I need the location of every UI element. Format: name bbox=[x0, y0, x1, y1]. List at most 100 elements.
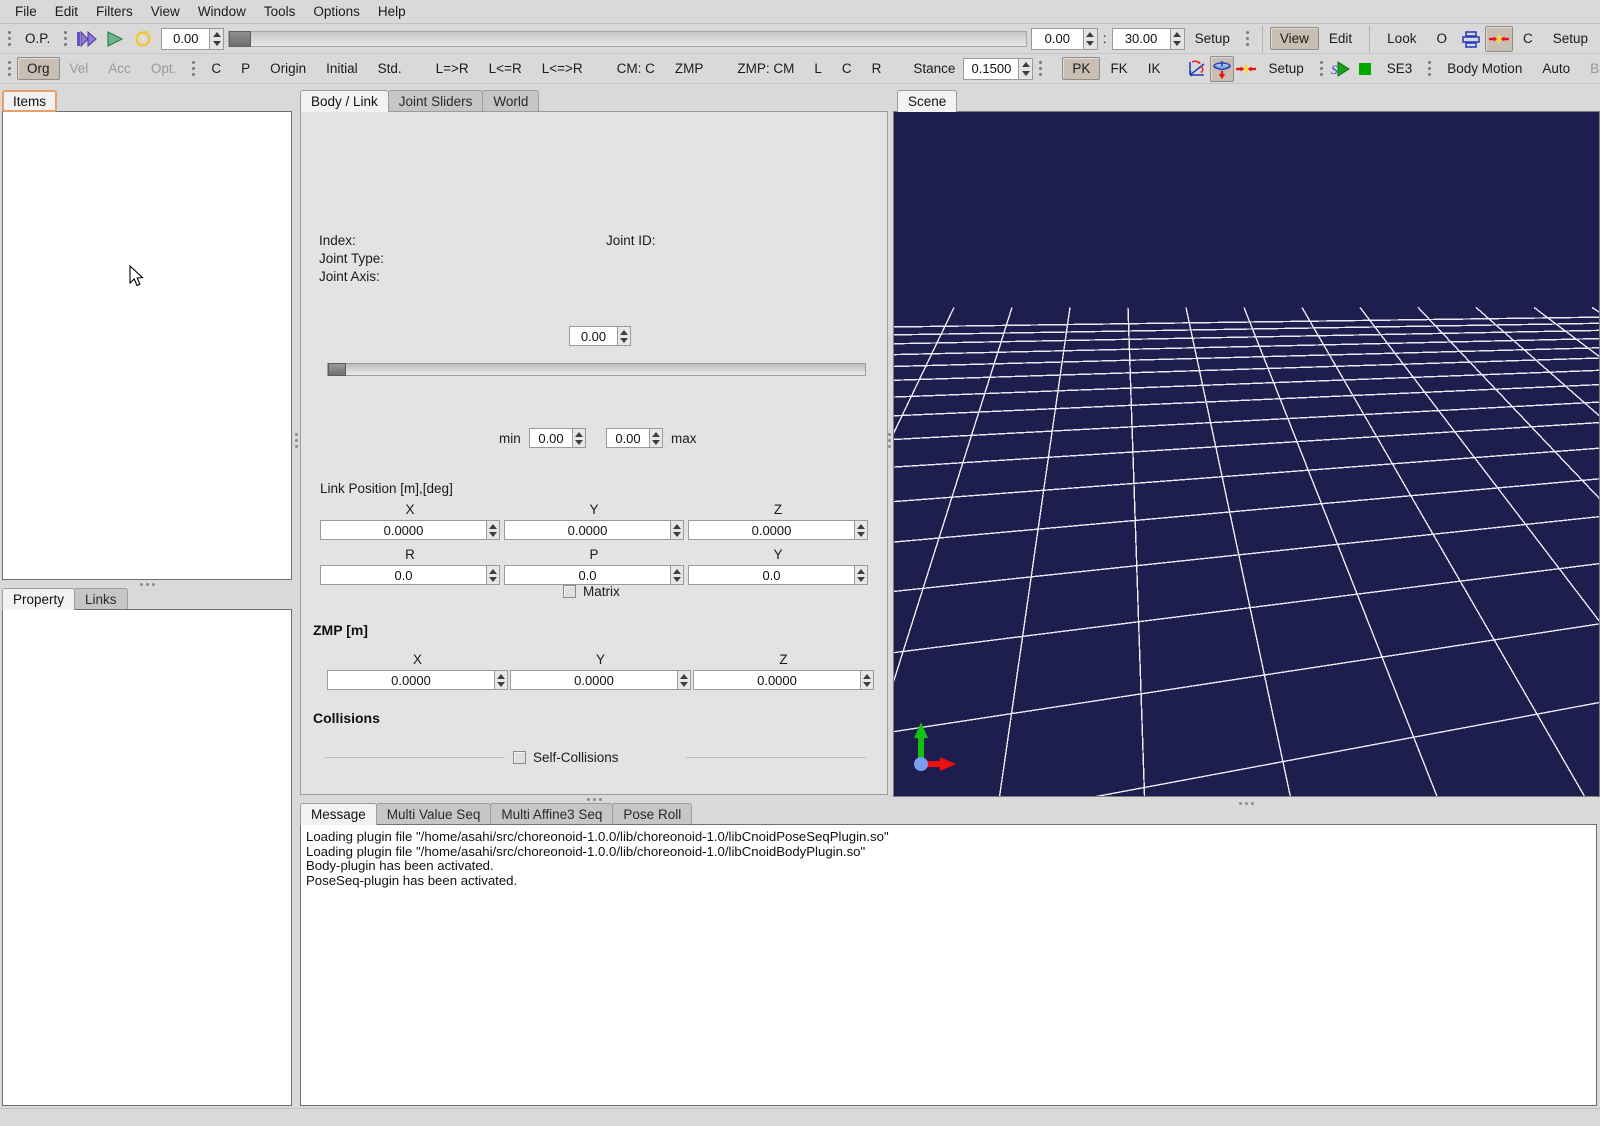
look-button[interactable]: Look bbox=[1377, 27, 1426, 50]
self-collisions-checkbox-box[interactable] bbox=[513, 751, 526, 764]
property-table-view[interactable] bbox=[2, 609, 292, 1106]
op-label[interactable]: O.P. bbox=[17, 29, 58, 48]
menu-filters[interactable]: Filters bbox=[87, 1, 142, 22]
tab-world[interactable]: World bbox=[482, 90, 539, 112]
tab-multi-value-seq[interactable]: Multi Value Seq bbox=[376, 803, 492, 825]
joint-max-input[interactable] bbox=[606, 428, 649, 448]
range-start-arrows[interactable] bbox=[1083, 28, 1098, 50]
opt-button[interactable]: Opt. bbox=[141, 57, 187, 80]
toolbar-grip[interactable] bbox=[189, 58, 198, 80]
joint-max-arrows[interactable] bbox=[649, 428, 663, 448]
link-rot-r-spinbox[interactable] bbox=[320, 565, 500, 585]
toolbar-grip[interactable] bbox=[61, 28, 70, 50]
link-rot-p-arrows[interactable] bbox=[670, 565, 684, 585]
tab-links[interactable]: Links bbox=[74, 588, 128, 610]
link-rot-p-input[interactable] bbox=[504, 565, 670, 585]
auto-button[interactable]: Auto bbox=[1532, 57, 1580, 80]
link-pos-x-spinbox[interactable] bbox=[320, 520, 500, 540]
copy-left-to-right-button[interactable]: L=>R bbox=[426, 57, 479, 80]
org-button[interactable]: Org bbox=[17, 57, 60, 80]
pk-button[interactable]: PK bbox=[1062, 57, 1100, 80]
tab-scene[interactable]: Scene bbox=[897, 90, 957, 112]
zmp-button[interactable]: ZMP bbox=[665, 57, 714, 80]
joint-value-spinbox[interactable] bbox=[569, 326, 631, 346]
stop-square-icon[interactable] bbox=[1353, 56, 1377, 82]
walk-play-icon[interactable]: S bbox=[1329, 56, 1353, 82]
kinematics-setup-button[interactable]: Setup bbox=[1258, 57, 1313, 80]
link-rot-r-input[interactable] bbox=[320, 565, 486, 585]
zmp-y-arrows[interactable] bbox=[677, 670, 691, 690]
matrix-checkbox-box[interactable] bbox=[563, 585, 576, 598]
range-end-arrows[interactable] bbox=[1170, 28, 1185, 50]
zmp-z-input[interactable] bbox=[693, 670, 860, 690]
menu-file[interactable]: File bbox=[6, 1, 46, 22]
link-rot-y-input[interactable] bbox=[688, 565, 854, 585]
toolbar-grip[interactable] bbox=[5, 28, 14, 50]
current-time-spinbox[interactable] bbox=[161, 28, 224, 50]
scene-bottom-splitter-handle[interactable] bbox=[893, 799, 1600, 807]
toolbar-grip[interactable] bbox=[1243, 28, 1252, 50]
center-bottom-splitter-handle[interactable] bbox=[300, 795, 888, 803]
menu-view[interactable]: View bbox=[142, 1, 189, 22]
zmp-x-spinbox[interactable] bbox=[327, 670, 508, 690]
c-button[interactable]: C bbox=[1513, 27, 1543, 50]
current-time-arrows[interactable] bbox=[209, 28, 224, 50]
link-rot-y-arrows[interactable] bbox=[854, 565, 868, 585]
link-pos-z-input[interactable] bbox=[688, 520, 854, 540]
scene-3d-view[interactable] bbox=[893, 111, 1600, 797]
menu-edit[interactable]: Edit bbox=[46, 1, 87, 22]
tab-items[interactable]: Items bbox=[2, 90, 57, 112]
vel-button[interactable]: Vel bbox=[60, 57, 99, 80]
zmp-z-spinbox[interactable] bbox=[693, 670, 874, 690]
self-collisions-checkbox[interactable]: Self-Collisions bbox=[513, 750, 619, 765]
zmp-right-button[interactable]: R bbox=[862, 57, 892, 80]
range-end-input[interactable] bbox=[1112, 28, 1170, 50]
origin-button[interactable]: Origin bbox=[260, 57, 316, 80]
stance-spinbox[interactable] bbox=[963, 58, 1033, 80]
o-button[interactable]: O bbox=[1426, 27, 1457, 50]
camera-view-icon[interactable] bbox=[1457, 26, 1485, 52]
acc-button[interactable]: Acc bbox=[98, 57, 141, 80]
c-button[interactable]: C bbox=[201, 57, 231, 80]
body-motion-button[interactable]: Body Motion bbox=[1437, 57, 1532, 80]
zmp-x-input[interactable] bbox=[327, 670, 494, 690]
joint-min-arrows[interactable] bbox=[572, 428, 586, 448]
std-button[interactable]: Std. bbox=[368, 57, 412, 80]
center-scene-splitter-handle[interactable] bbox=[885, 420, 893, 460]
cm-c-button[interactable]: CM: C bbox=[607, 57, 665, 80]
toolbar-grip[interactable] bbox=[1317, 58, 1326, 80]
joint-min-input[interactable] bbox=[529, 428, 572, 448]
collision-cross-icon[interactable] bbox=[1234, 56, 1258, 82]
edit-mode-button[interactable]: Edit bbox=[1319, 27, 1362, 50]
matrix-checkbox[interactable]: Matrix bbox=[563, 584, 620, 599]
link-pos-y-input[interactable] bbox=[504, 520, 670, 540]
items-tree-view[interactable] bbox=[2, 111, 292, 580]
copy-right-to-left-button[interactable]: L<=R bbox=[479, 57, 532, 80]
message-log-view[interactable]: Loading plugin file "/home/asahi/src/cho… bbox=[300, 824, 1597, 1106]
current-time-input[interactable] bbox=[161, 28, 209, 50]
range-start-input[interactable] bbox=[1031, 28, 1083, 50]
rotation-axes-icon[interactable] bbox=[1184, 56, 1210, 82]
joint-value-slider-handle[interactable] bbox=[328, 363, 346, 376]
link-rot-r-arrows[interactable] bbox=[486, 565, 500, 585]
tab-body-link[interactable]: Body / Link bbox=[300, 90, 389, 112]
toolbar-grip[interactable] bbox=[5, 58, 14, 80]
play-all-icon[interactable] bbox=[73, 26, 101, 52]
zmp-center-button[interactable]: C bbox=[832, 57, 862, 80]
zmp-z-arrows[interactable] bbox=[860, 670, 874, 690]
tab-multi-affine3-seq[interactable]: Multi Affine3 Seq bbox=[490, 803, 613, 825]
menu-tools[interactable]: Tools bbox=[255, 1, 305, 22]
link-pos-y-arrows[interactable] bbox=[670, 520, 684, 540]
ik-button[interactable]: IK bbox=[1138, 57, 1171, 80]
tab-joint-sliders[interactable]: Joint Sliders bbox=[388, 90, 484, 112]
joint-value-arrows[interactable] bbox=[617, 326, 631, 346]
menu-help[interactable]: Help bbox=[369, 1, 415, 22]
refresh-orbit-icon[interactable] bbox=[129, 26, 157, 52]
range-end-spinbox[interactable] bbox=[1112, 28, 1185, 50]
joint-max-spinbox[interactable] bbox=[606, 428, 663, 448]
time-setup-button[interactable]: Setup bbox=[1185, 27, 1240, 50]
balancer-button[interactable]: Balancer bbox=[1580, 57, 1600, 80]
attach-down-icon[interactable] bbox=[1210, 56, 1234, 82]
fk-button[interactable]: FK bbox=[1100, 57, 1137, 80]
link-pos-y-spinbox[interactable] bbox=[504, 520, 684, 540]
